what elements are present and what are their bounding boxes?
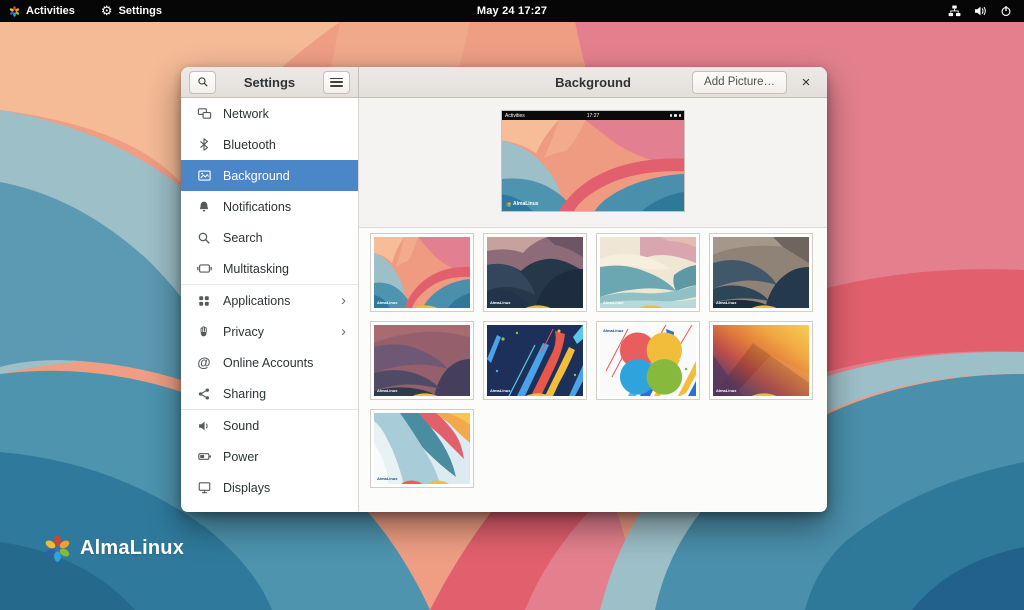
apps-grid-icon [196,293,212,309]
preview-topbar: Activities 17:27 [502,111,684,120]
sidebar-item-network[interactable]: Network [181,98,358,129]
sidebar-item-sharing[interactable]: Sharing [181,378,358,409]
titlebar[interactable]: Settings Background Add Picture… × [181,67,827,98]
appmenu-label: Settings [119,5,162,17]
sidebar-item-applications[interactable]: Applications › [181,285,358,316]
wallpaper-grid: AlmaLinux [359,228,827,493]
activities-label: Activities [26,5,75,17]
page-headerbar: Background Add Picture… × [359,67,827,97]
at-icon: @ [196,355,212,371]
sidebar-item-privacy[interactable]: Privacy › [181,316,358,347]
wallpaper-thumb-paint-streaks-dark[interactable]: AlmaLinux [483,321,587,400]
page-title: Background [555,75,631,90]
settings-sidebar: Network Bluetooth Background [181,98,359,511]
wallpaper-thumb-hills-dark-teal[interactable]: AlmaLinux [709,233,813,312]
almalinux-logo: AlmaLinux [44,535,184,562]
magnifier-icon [196,230,212,246]
search-icon [197,76,209,88]
sidebar-item-bluetooth[interactable]: Bluetooth [181,129,358,160]
desktop-preview: Activities 17:27 AlmaLinux [501,110,685,212]
monitor-icon [196,480,212,496]
sidebar-item-notifications[interactable]: Notifications [181,191,358,222]
close-icon[interactable]: × [797,75,815,90]
chevron-right-icon: › [341,293,346,308]
window-title: Settings [244,75,295,90]
desktop: Activities ⚙ Settings May 24 17:27 [0,0,1024,610]
battery-icon [196,449,212,465]
volume-icon [974,5,987,17]
speaker-icon [196,418,212,434]
wallpaper-thumb-hills-pastel[interactable]: AlmaLinux [596,233,700,312]
preview-status-icons [670,114,682,117]
wallpaper-thumb-waves-light[interactable]: AlmaLinux [370,409,474,488]
add-picture-button[interactable]: Add Picture… [692,71,787,94]
wallpaper-thumb-mountains-plum[interactable]: AlmaLinux [370,321,474,400]
bell-icon [196,199,212,215]
wallpaper-thumb-mountains-sunset[interactable]: AlmaLinux [709,321,813,400]
network-displays-icon [196,106,212,122]
hand-icon [196,324,212,340]
chevron-right-icon: › [341,324,346,339]
primary-menu-button[interactable] [323,71,350,94]
activities-button[interactable]: Activities [9,0,75,22]
sidebar-item-sound[interactable]: Sound [181,410,358,441]
gear-icon: ⚙ [101,5,113,18]
power-icon [1000,5,1012,17]
preview-watermark: AlmaLinux [506,201,539,207]
sidebar-item-online-accounts[interactable]: @ Online Accounts [181,347,358,378]
appmenu-settings[interactable]: ⚙ Settings [101,0,162,22]
sidebar-item-displays[interactable]: Displays [181,472,358,503]
wallpaper-thumb-paint-streaks-light[interactable]: AlmaLinux [596,321,700,400]
current-background-section: Activities 17:27 AlmaLinux [359,98,827,228]
preview-activities-label: Activities [505,113,525,119]
almalinux-flower-icon [44,535,71,562]
system-status-area[interactable] [948,5,1024,17]
multitasking-icon [196,261,212,277]
share-icon [196,386,212,402]
clock[interactable]: May 24 17:27 [477,5,547,17]
bluetooth-icon [196,137,212,153]
network-icon [948,5,961,17]
wallpaper-icon [196,168,212,184]
almalinux-logo-text: AlmaLinux [80,537,184,560]
sidebar-item-background[interactable]: Background [181,160,358,191]
wallpaper-thumb-waves-day[interactable]: AlmaLinux [370,233,474,312]
preview-wallpaper-art [502,120,684,211]
sidebar-item-multitasking[interactable]: Multitasking [181,253,358,284]
sidebar-item-power[interactable]: Power [181,441,358,472]
sidebar-headerbar: Settings [181,67,359,97]
system-topbar: Activities ⚙ Settings May 24 17:27 [0,0,1024,22]
sidebar-item-search[interactable]: Search [181,222,358,253]
search-button[interactable] [189,71,216,94]
hamburger-icon [330,78,343,87]
settings-window: Settings Background Add Picture… × [181,67,827,512]
wallpaper-thumb-waves-dark[interactable]: AlmaLinux [483,233,587,312]
almalinux-icon [9,6,20,17]
background-panel: Activities 17:27 AlmaLinux [359,98,827,511]
preview-clock: 17:27 [587,113,600,119]
